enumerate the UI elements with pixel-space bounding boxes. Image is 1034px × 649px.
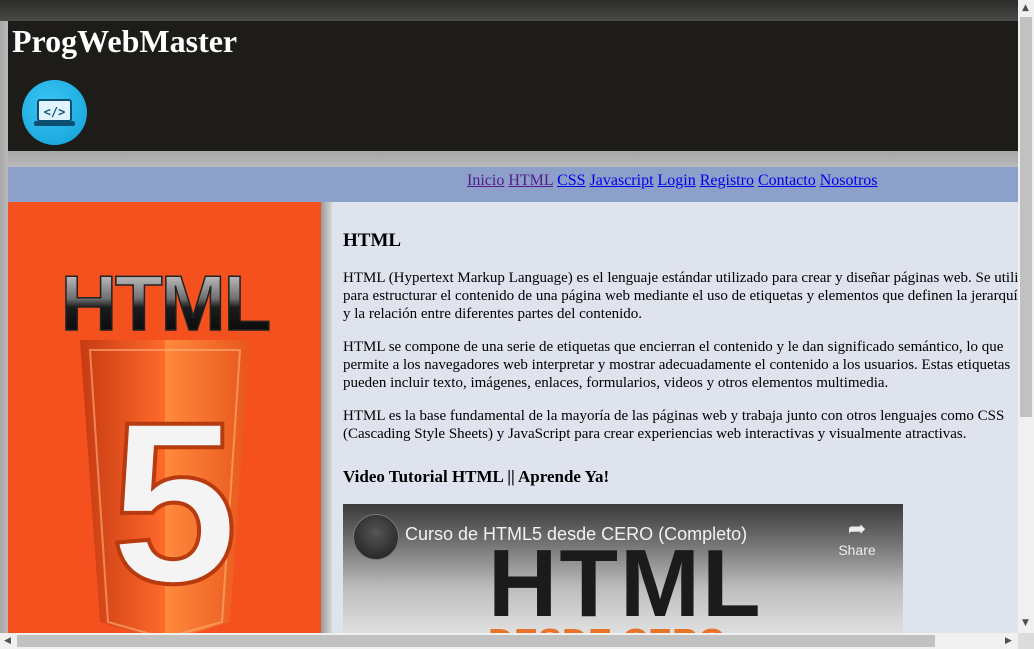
svg-text:</>: </> xyxy=(44,105,66,119)
youtube-video-embed[interactable]: Curso de HTML5 desde CERO (Completo) ➦ S… xyxy=(343,504,903,633)
main-nav: Inicio HTML CSS Javascript Login Registr… xyxy=(8,167,1018,202)
sidebar-image-number: 5 xyxy=(110,374,238,631)
article-paragraph-1: HTML (Hypertext Markup Language) es el l… xyxy=(343,270,1018,322)
article-paragraph-2: HTML se compone de una serie de etiqueta… xyxy=(343,339,1011,391)
sidebar-image-text: HTML xyxy=(61,259,270,347)
nav-link-javascript[interactable]: Javascript xyxy=(590,172,654,189)
channel-avatar[interactable] xyxy=(353,514,399,560)
nav-link-contacto[interactable]: Contacto xyxy=(758,172,816,189)
video-thumbnail-text: HTML xyxy=(488,530,763,634)
site-title: ProgWebMaster xyxy=(12,23,238,59)
nav-link-html[interactable]: HTML xyxy=(508,172,553,189)
vertical-scroll-thumb[interactable] xyxy=(1020,17,1032,417)
laptop-code-icon[interactable]: </> xyxy=(22,80,87,145)
article-heading: HTML xyxy=(343,230,402,251)
scrollbar-corner xyxy=(1018,633,1034,649)
scroll-down-icon[interactable]: ▼ xyxy=(1022,618,1029,628)
nav-link-login[interactable]: Login xyxy=(658,172,696,189)
horizontal-scrollbar[interactable]: ◀ ▶ xyxy=(0,633,1018,649)
share-arrow-icon: ➦ xyxy=(847,516,867,541)
main-content: HTML HTML (Hypertext Markup Language) es… xyxy=(332,202,1018,633)
nav-link-css[interactable]: CSS xyxy=(557,172,585,189)
column-divider xyxy=(321,202,332,633)
share-button[interactable]: ➦ Share xyxy=(835,516,879,558)
html5-logo-icon: HTML 5 xyxy=(60,258,272,633)
article: HTML HTML (Hypertext Markup Language) es… xyxy=(343,202,1018,504)
nav-links: Inicio HTML CSS Javascript Login Registr… xyxy=(467,172,878,190)
scroll-left-icon[interactable]: ◀ xyxy=(4,636,11,646)
header-spacer xyxy=(8,151,1018,167)
sidebar-html5-image: HTML 5 xyxy=(8,202,321,633)
vertical-scrollbar[interactable]: ▲ ▼ xyxy=(1018,0,1034,633)
nav-link-registro[interactable]: Registro xyxy=(700,172,754,189)
nav-link-inicio[interactable]: Inicio xyxy=(467,172,504,189)
share-label: Share xyxy=(838,542,876,558)
scroll-up-icon[interactable]: ▲ xyxy=(1022,3,1029,13)
horizontal-scroll-thumb[interactable] xyxy=(17,635,935,647)
site-header: ProgWebMaster </> xyxy=(8,21,1018,151)
video-heading: Video Tutorial HTML || Aprende Ya! xyxy=(343,467,610,486)
video-thumbnail-subtext: DESDE CERO xyxy=(488,622,726,634)
nav-link-nosotros[interactable]: Nosotros xyxy=(820,172,878,189)
browser-top-bar xyxy=(0,0,1018,21)
scroll-right-icon[interactable]: ▶ xyxy=(1005,636,1012,646)
article-paragraph-3: HTML es la base fundamental de la mayorí… xyxy=(343,408,1005,442)
